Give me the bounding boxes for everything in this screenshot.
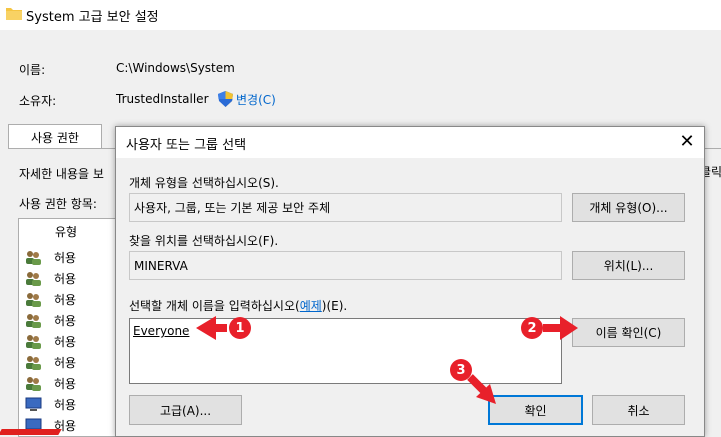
permission-type-value: 허용 [54, 377, 77, 391]
detail-text: 자세한 내용을 보 [19, 167, 104, 181]
cancel-button[interactable]: 취소 [592, 395, 685, 425]
permission-type-header: 유형 [55, 225, 78, 239]
object-names-label-suffix: )(E). [321, 299, 348, 313]
permission-type-value: 허용 [54, 356, 77, 370]
object-type-value: 사용자, 그룹, 또는 기본 제공 보안 주체 [134, 201, 331, 215]
step-1-badge: 1 [229, 317, 251, 339]
advanced-button-label: 고급(A)... [159, 403, 212, 418]
name-label: 이름: [19, 63, 46, 77]
advanced-button[interactable]: 고급(A)... [129, 395, 242, 425]
permission-type-value: 허용 [54, 335, 77, 349]
close-icon[interactable]: ✕ [676, 131, 698, 153]
permission-row[interactable]: 허용 [19, 394, 119, 415]
object-type-label: 개체 유형을 선택하십시오(S). [129, 176, 279, 190]
red-highlight-mark [0, 429, 62, 435]
dialog-title-bar: 사용자 또는 그룹 선택 ✕ [116, 127, 704, 158]
permission-entries-label: 사용 권한 항목: [19, 197, 97, 211]
user-group-icon [26, 293, 41, 307]
background-title-bar: System 고급 보안 설정 [0, 0, 721, 30]
permission-row[interactable]: 허용 [19, 352, 119, 373]
name-value: C:\Windows\System [116, 61, 235, 75]
select-users-dialog: 사용자 또는 그룹 선택 ✕ 개체 유형을 선택하십시오(S). 사용자, 그룹… [115, 126, 705, 437]
dialog-title: 사용자 또는 그룹 선택 [126, 138, 247, 153]
check-names-button[interactable]: 이름 확인(C) [572, 318, 685, 347]
background-window-title: System 고급 보안 설정 [26, 10, 159, 25]
permission-entries-list[interactable]: 유형 허용 허용 허용 허용 허용 허용 허용 허용 허용 [18, 218, 120, 437]
permission-type-value: 허용 [54, 293, 77, 307]
permission-row[interactable]: 허용 [19, 289, 119, 310]
object-names-input[interactable]: Everyone [129, 318, 562, 384]
permission-row[interactable]: 허용 [19, 310, 119, 331]
step-2-badge: 2 [521, 317, 543, 339]
user-group-icon [26, 377, 41, 391]
examples-link[interactable]: 예제 [300, 299, 322, 313]
permission-row[interactable]: 허용 [19, 247, 119, 268]
object-names-label: 선택할 개체 이름을 입력하십시오(예제)(E). [129, 297, 347, 314]
user-group-icon [26, 251, 41, 265]
user-group-icon [26, 272, 41, 286]
cancel-button-label: 취소 [627, 403, 650, 418]
user-group-icon [26, 356, 41, 370]
user-group-icon [26, 314, 41, 328]
location-label: 찾을 위치를 선택하십시오(F). [129, 234, 279, 248]
permission-row[interactable]: 허용 [19, 373, 119, 394]
tab-permissions-label: 사용 권한 [31, 130, 79, 145]
permission-type-value: 허용 [54, 251, 77, 265]
permission-row[interactable]: 허용 [19, 268, 119, 289]
object-names-label-prefix: 선택할 개체 이름을 입력하십시오( [129, 299, 300, 313]
computer-icon [25, 397, 42, 411]
change-owner-link[interactable]: 변경(C) [236, 91, 276, 108]
step-3-badge: 3 [450, 359, 472, 381]
locations-button-label: 위치(L)... [603, 259, 654, 273]
permission-type-value: 허용 [54, 272, 77, 286]
permission-type-value: 허용 [54, 398, 77, 412]
object-names-value: Everyone [133, 324, 190, 338]
location-field: MINERVA [129, 251, 562, 280]
owner-label: 소유자: [19, 94, 57, 108]
ok-button-label: 확인 [524, 403, 547, 418]
tab-permissions[interactable]: 사용 권한 [8, 124, 102, 149]
permission-type-value: 허용 [54, 314, 77, 328]
permission-row[interactable]: 허용 [19, 331, 119, 352]
object-types-button-label: 개체 유형(O)... [589, 201, 668, 215]
user-group-icon [26, 335, 41, 349]
owner-value: TrustedInstaller [116, 92, 209, 106]
object-type-field: 사용자, 그룹, 또는 기본 제공 보안 주체 [129, 193, 562, 222]
object-types-button[interactable]: 개체 유형(O)... [572, 193, 685, 222]
location-value: MINERVA [134, 258, 188, 273]
shield-icon [218, 91, 233, 107]
locations-button[interactable]: 위치(L)... [572, 251, 685, 280]
ok-button[interactable]: 확인 [488, 395, 583, 425]
check-names-button-label: 이름 확인(C) [595, 326, 662, 340]
folder-icon [6, 8, 22, 20]
